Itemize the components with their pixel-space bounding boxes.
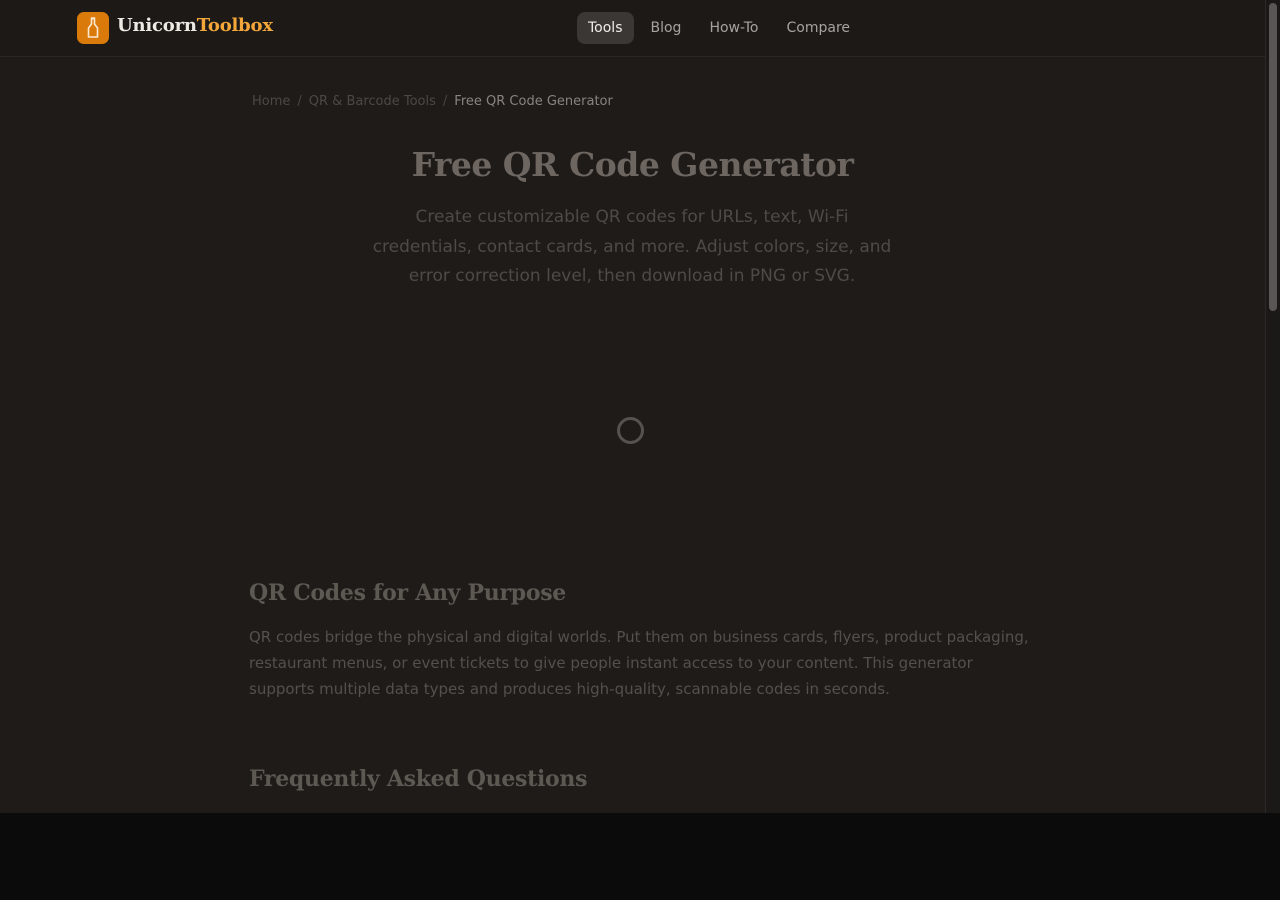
section-body-purpose: QR codes bridge the physical and digital… bbox=[249, 628, 1029, 698]
loading-spinner-icon bbox=[617, 417, 644, 444]
section-title-purpose: QR Codes for Any Purpose bbox=[249, 580, 566, 606]
scrollbar-thumb[interactable] bbox=[1269, 3, 1277, 311]
breadcrumb-separator: / bbox=[442, 94, 448, 109]
brand-name-part2: Toolbox bbox=[196, 15, 273, 36]
page-subtitle: Create customizable QR codes for URLs, t… bbox=[372, 207, 892, 286]
brand-logo-text[interactable]: UnicornToolbox bbox=[117, 14, 273, 38]
nav-how-to[interactable]: How-To bbox=[698, 12, 769, 44]
brand-name-part1: Unicorn bbox=[117, 15, 197, 36]
page-content: Home / QR & Barcode Tools / Free QR Code Gen… bbox=[0, 57, 1265, 813]
breadcrumb-home[interactable]: Home bbox=[252, 94, 290, 109]
site-header: UnicornToolbox Tools Blog How-To Compare bbox=[0, 0, 1265, 57]
breadcrumb-current: Free QR Code Generator bbox=[454, 94, 613, 109]
main-nav: Tools Blog How-To Compare bbox=[577, 12, 867, 44]
bottle-icon bbox=[87, 17, 99, 38]
section-title-faq: Frequently Asked Questions bbox=[249, 766, 588, 792]
breadcrumb-category[interactable]: QR & Barcode Tools bbox=[309, 94, 436, 109]
vertical-scrollbar[interactable] bbox=[1265, 0, 1280, 813]
logo-badge[interactable] bbox=[77, 12, 109, 44]
breadcrumb: Home / QR & Barcode Tools / Free QR Code Gen… bbox=[252, 94, 613, 109]
nav-tools[interactable]: Tools bbox=[577, 12, 634, 44]
breadcrumb-separator: / bbox=[297, 94, 302, 109]
page-title: Free QR Code Generator bbox=[411, 145, 854, 184]
browser-viewport: UnicornToolbox Tools Blog How-To Compare… bbox=[0, 0, 1265, 813]
nav-compare[interactable]: Compare bbox=[776, 12, 862, 44]
nav-blog[interactable]: Blog bbox=[640, 12, 693, 44]
